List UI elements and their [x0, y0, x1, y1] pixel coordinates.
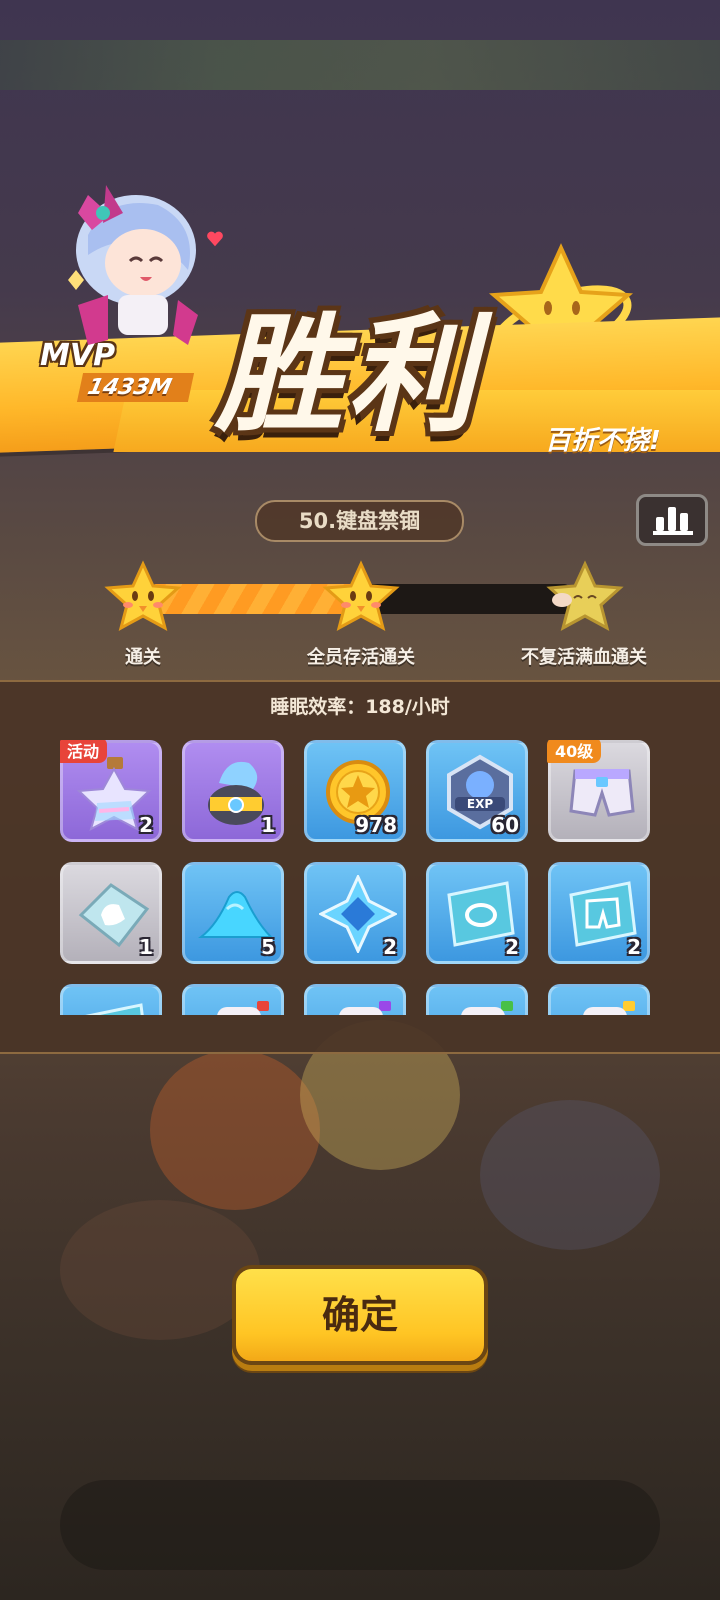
milestone-label: 通关	[125, 647, 161, 668]
item-count: 1	[261, 813, 275, 837]
level-tag: 40级	[547, 740, 602, 763]
item-count: 2	[505, 935, 519, 959]
reward-item[interactable]: 978	[304, 740, 406, 842]
reward-item[interactable]: 2	[304, 862, 406, 964]
item-count: 2	[627, 935, 641, 959]
reward-item[interactable]	[60, 984, 162, 1015]
stage-name: 50.键盘禁锢	[255, 500, 464, 542]
svg-text:EXP: EXP	[467, 797, 493, 811]
reward-item[interactable]: EXP 60	[426, 740, 528, 842]
item-count: 1	[139, 935, 153, 959]
unachieved-star-icon	[546, 560, 624, 631]
reward-item[interactable]: 1	[60, 862, 162, 964]
background-health-bar	[0, 40, 720, 90]
milestone-label: 不复活满血通关	[521, 647, 647, 668]
reward-grid[interactable]: 活动 2 1 978 EXP 60 40级 1 5 2 2 2	[60, 740, 670, 1015]
event-tag: 活动	[60, 740, 108, 763]
yellow-potion-icon	[583, 1001, 635, 1015]
background-blob	[480, 1100, 660, 1250]
red-potion-icon	[217, 1001, 269, 1015]
mvp-score: 1433M	[76, 373, 195, 402]
mvp-hero-avatar	[68, 185, 198, 345]
victory-title: 胜利	[215, 300, 480, 450]
victory-tagline: 百折不挠!	[545, 426, 661, 456]
reward-item[interactable]	[426, 984, 528, 1015]
blueprint-icon	[85, 1003, 144, 1015]
purple-potion-icon	[339, 1001, 391, 1015]
sleep-efficiency: 睡眠效率：188/小时	[270, 696, 450, 718]
heart-icon	[207, 231, 223, 247]
background-blob	[60, 1200, 260, 1340]
confirm-button[interactable]: 确定	[232, 1265, 488, 1365]
item-count: 978	[355, 813, 397, 837]
shorts-gear-icon	[569, 769, 635, 817]
item-count: 2	[383, 935, 397, 959]
milestone-label: 全员存活通关	[307, 647, 415, 668]
reward-item[interactable]: 1	[182, 740, 284, 842]
reward-item[interactable]: 2	[426, 862, 528, 964]
reward-item[interactable]	[548, 984, 650, 1015]
battle-stats-button[interactable]	[636, 494, 708, 546]
reward-item[interactable]	[182, 984, 284, 1015]
reward-item[interactable]: 40级	[547, 740, 650, 842]
bar-chart-icon	[653, 507, 693, 535]
achieved-star-icon	[104, 560, 182, 631]
reward-item[interactable]: 活动 2	[60, 740, 162, 842]
item-count: 2	[139, 813, 153, 837]
item-count: 5	[261, 935, 275, 959]
background-blob	[150, 1050, 320, 1210]
achieved-star-icon	[322, 560, 400, 631]
reward-item[interactable]: 5	[182, 862, 284, 964]
reward-item[interactable]	[304, 984, 406, 1015]
item-count: 60	[491, 813, 519, 837]
green-potion-icon	[461, 1001, 513, 1015]
bottom-nav-bar	[60, 1480, 660, 1570]
reward-item[interactable]: 2	[548, 862, 650, 964]
